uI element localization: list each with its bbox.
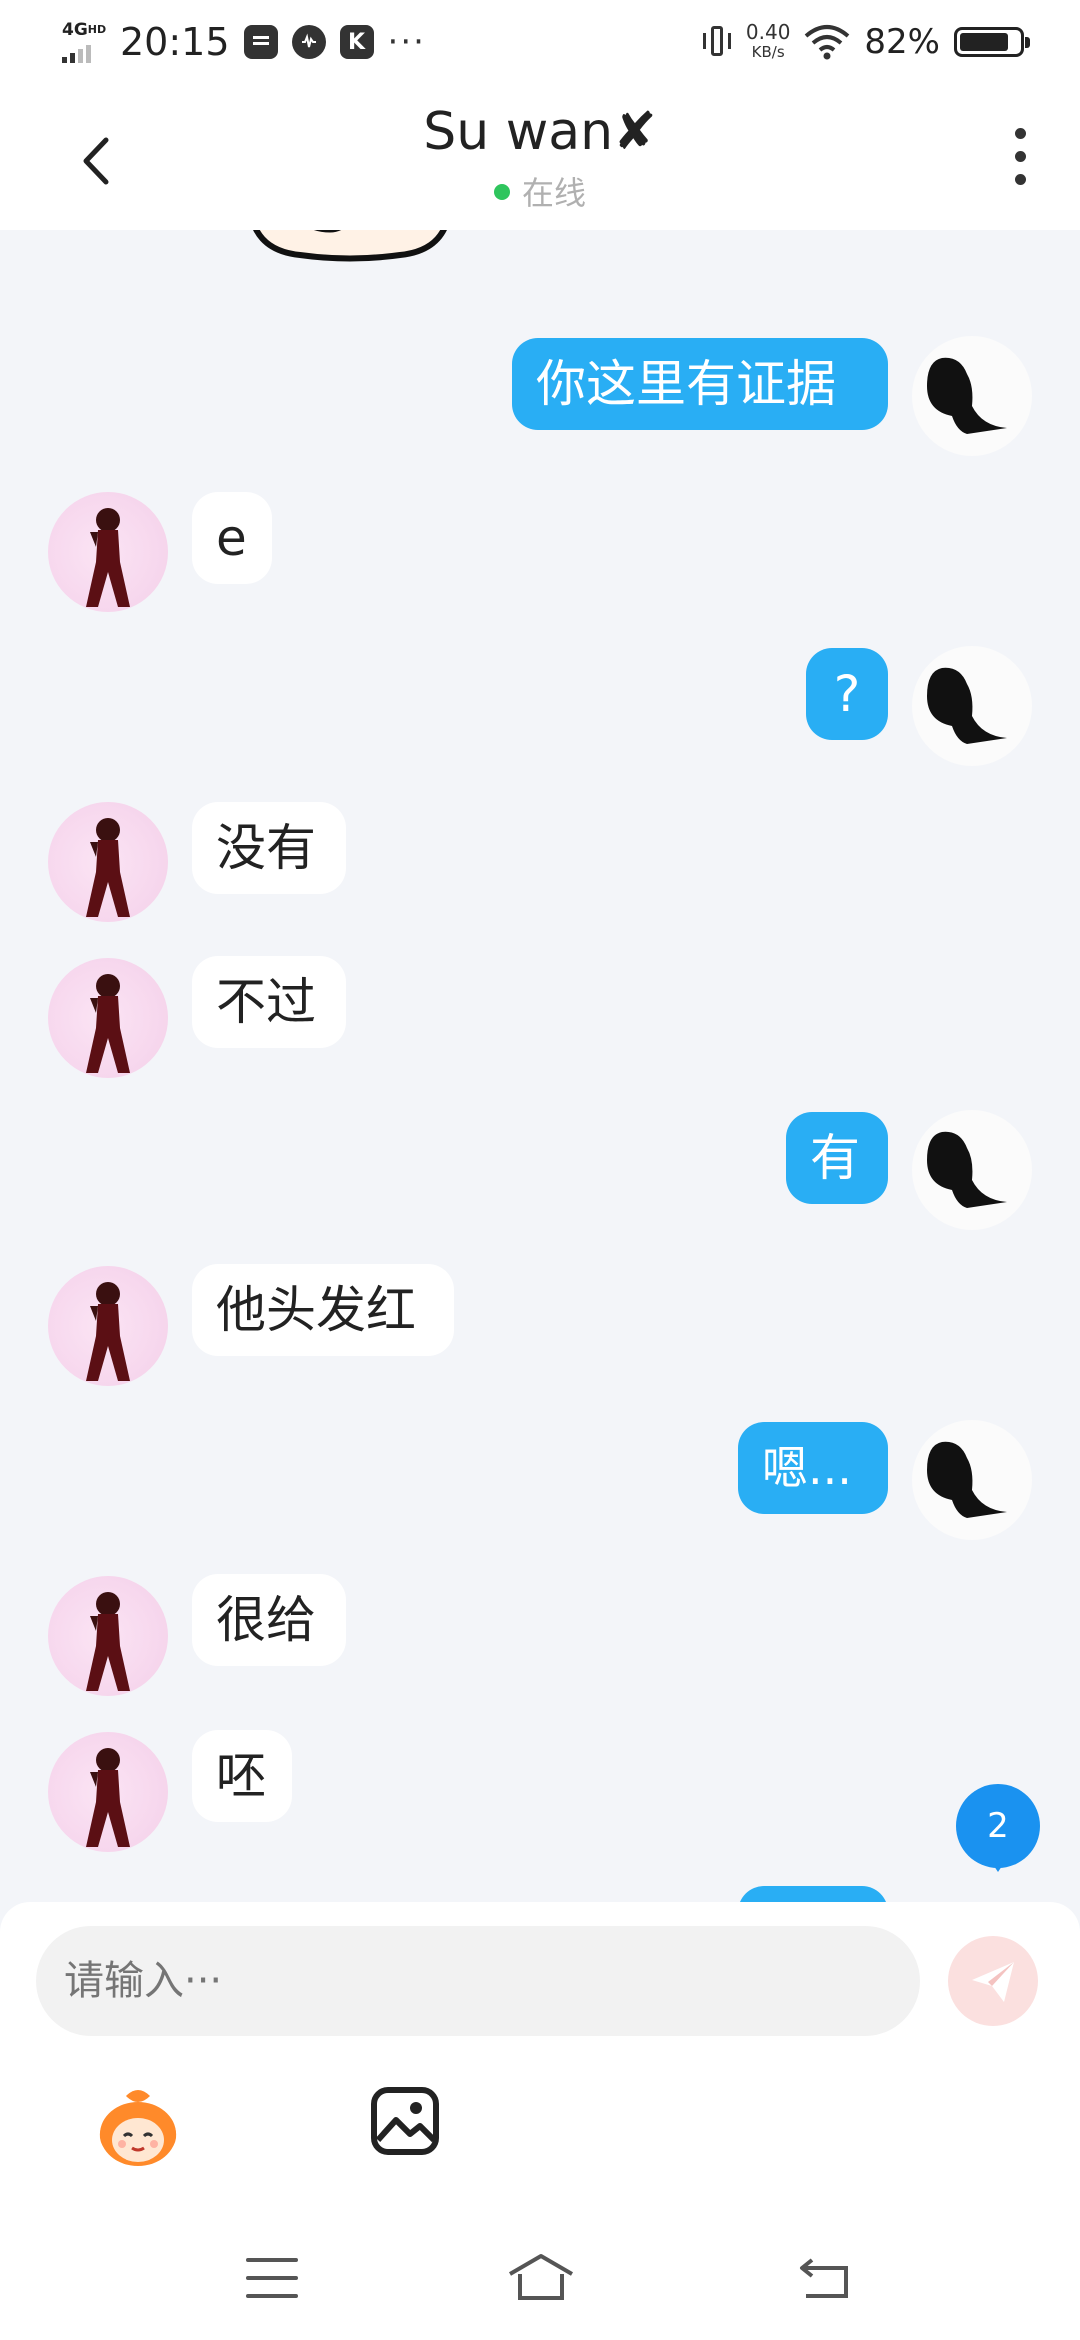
clock: 20:15 [120, 20, 230, 64]
sticker-image[interactable] [240, 230, 460, 280]
message-input[interactable] [36, 1926, 920, 2036]
status-bar: 4GHD 20:15 K ··· 0.40 KB/s 82% [0, 0, 1080, 84]
avatar-character-icon [86, 1592, 130, 1691]
avatar-character-icon [86, 1748, 130, 1847]
sticker-face-icon [99, 2090, 177, 2166]
status-right: 0.40 KB/s 82% [702, 14, 1030, 70]
network-hd: HD [87, 23, 107, 36]
vibrate-icon [702, 24, 732, 60]
network-indicator: 4GHD [58, 17, 106, 67]
contact-avatar[interactable] [48, 492, 168, 612]
status-left: 4GHD 20:15 K ··· [58, 14, 426, 70]
my-avatar[interactable] [912, 646, 1032, 766]
online-dot-icon [493, 184, 510, 200]
message-bubble[interactable]: 他头发红 [192, 1264, 454, 1356]
sticker-button[interactable] [90, 2080, 186, 2176]
wifi-icon [804, 24, 850, 60]
menu-icon[interactable] [246, 2258, 298, 2298]
message-bubble[interactable]: 很给 [192, 1574, 346, 1666]
contact-avatar[interactable] [48, 802, 168, 922]
unread-messages-badge[interactable]: 2 [956, 1784, 1040, 1872]
chat-header: Su wan✘ 在线 [0, 84, 1080, 230]
more-notifications-icon: ··· [387, 22, 426, 62]
battery-percent: 82% [864, 22, 940, 62]
image-picker-button[interactable] [368, 2084, 442, 2158]
presence-text: 在线 [521, 174, 586, 212]
speed-unit: KB/s [751, 43, 785, 61]
message-bubble[interactable]: 你这里有证据 [512, 338, 888, 430]
avatar-silhouette-icon [927, 357, 1007, 434]
voice-assistant-icon [291, 25, 326, 59]
contact-name: Su wan✘ [0, 102, 1080, 162]
send-button[interactable] [948, 1936, 1038, 2026]
contact-name-mark: ✘ [613, 102, 657, 162]
message-bubble[interactable]: 有 [786, 1112, 888, 1204]
avatar-silhouette-icon [927, 1131, 1007, 1208]
battery-icon [954, 27, 1030, 57]
avatar-silhouette-icon [927, 1441, 1007, 1518]
more-vertical-icon [1012, 128, 1028, 185]
message-bubble[interactable]: 呸 [192, 1730, 292, 1822]
network-speed: 0.40 KB/s [746, 22, 791, 62]
my-avatar[interactable] [912, 1110, 1032, 1230]
message-list[interactable]: 你这里有证据 e ? 没有 不过 有 他头发红 嗯... 很给 呸 [0, 230, 1080, 1910]
sticker-face-fragment [253, 230, 447, 262]
image-icon [371, 2087, 439, 2155]
contact-name-text: Su wan [423, 102, 614, 162]
avatar-character-icon [86, 1282, 130, 1381]
avatar-character-icon [86, 508, 130, 607]
my-avatar[interactable] [912, 1420, 1032, 1540]
k-app-icon: K [339, 25, 374, 59]
avatar-character-icon [86, 818, 130, 917]
sim-card-icon [243, 25, 278, 59]
speed-value: 0.40 [745, 20, 791, 44]
message-bubble[interactable]: 不过 [192, 956, 346, 1048]
home-icon[interactable] [506, 2250, 576, 2306]
contact-avatar[interactable] [48, 1732, 168, 1852]
message-bubble[interactable]: ? [806, 648, 888, 740]
presence-status: 在线 [0, 168, 1080, 214]
contact-avatar[interactable] [48, 958, 168, 1078]
signal-bars-icon [62, 45, 91, 63]
paper-plane-icon [972, 1962, 1014, 2002]
message-bubble[interactable]: 没有 [192, 802, 346, 894]
network-type: 4G [62, 20, 88, 40]
contact-avatar[interactable] [48, 1576, 168, 1696]
contact-avatar[interactable] [48, 1266, 168, 1386]
message-bubble[interactable]: 嗯... [738, 1422, 888, 1514]
system-navigation-bar [0, 2220, 1080, 2340]
more-options-button[interactable] [1012, 128, 1028, 192]
avatar-silhouette-icon [927, 667, 1007, 744]
return-icon[interactable] [796, 2252, 852, 2302]
my-avatar[interactable] [912, 336, 1032, 456]
message-bubble[interactable]: e [192, 492, 272, 584]
avatar-character-icon [86, 974, 130, 1073]
